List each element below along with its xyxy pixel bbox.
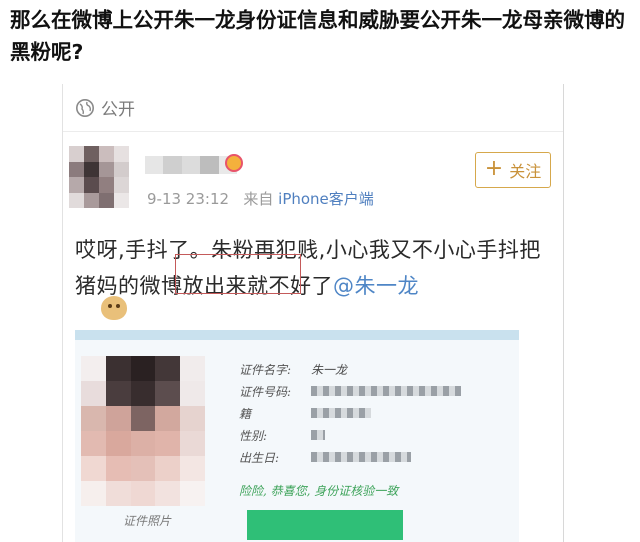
field-label: 出生日: <box>239 450 280 465</box>
visibility-label: 公开 <box>101 100 135 120</box>
field-value-redacted <box>311 452 411 462</box>
photo-caption: 证件照片 <box>123 514 172 528</box>
post-body: 哎呀,手抖了。朱粉再犯贱,小心我又不小心手抖把猪妈的微博放出来就不好了 <box>75 238 541 298</box>
id-field-origin: 籍 <box>239 402 461 424</box>
id-field-number: 证件号码: <box>239 380 461 402</box>
field-value-redacted <box>311 386 461 396</box>
post-meta: 9-13 23:12 来自 iPhone客户端 <box>147 188 374 209</box>
user-badge-icon <box>225 154 243 172</box>
field-label: 证件号码: <box>239 384 292 399</box>
username-redacted[interactable] <box>145 156 238 174</box>
follow-label: 关注 <box>509 162 542 181</box>
id-field-name: 证件名字: 朱一龙 <box>239 358 461 380</box>
field-label: 证件名字: <box>239 362 292 377</box>
plus-icon: + <box>484 156 504 181</box>
post-timestamp: 9-13 23:12 <box>147 190 230 208</box>
field-value-redacted <box>311 408 371 418</box>
headline: 那么在微博上公开朱一龙身份证信息和威胁要公开朱一龙母亲微博的黑粉呢? <box>10 8 625 64</box>
post-text: 哎呀,手抖了。朱粉再犯贱,小心我又不小心手抖把猪妈的微博放出来就不好了@朱一龙 <box>75 232 557 304</box>
field-value: 朱一龙 <box>311 362 348 377</box>
id-field-birth: 出生日: <box>239 446 461 468</box>
visibility-bar: 公开 <box>63 84 563 132</box>
verification-message: 险险, 恭喜您, 身份证核验一致 <box>239 484 399 498</box>
globe-icon <box>76 98 94 117</box>
doge-emoji-icon <box>101 296 127 320</box>
field-label: 性别: <box>239 428 268 443</box>
id-fields: 证件名字: 朱一龙 证件号码: 籍 性别: 出生日: <box>239 358 461 468</box>
id-verification-screenshot[interactable]: 证件照片 证件名字: 朱一龙 证件号码: 籍 性别: 出生日: 险险, 恭喜您,… <box>75 330 519 542</box>
post-source-client[interactable]: iPhone客户端 <box>278 190 374 208</box>
post-source-prefix: 来自 <box>243 190 274 208</box>
avatar[interactable] <box>69 146 129 208</box>
follow-button[interactable]: + 关注 <box>475 152 551 188</box>
mention-link[interactable]: @朱一龙 <box>333 274 419 298</box>
field-label: 籍 <box>239 406 252 421</box>
weibo-post-card: 公开 9-13 23:12 来自 iPhone客户端 + 关注 哎呀,手抖了。朱… <box>62 84 564 542</box>
verify-button[interactable] <box>247 510 403 540</box>
id-photo-redacted <box>81 356 205 506</box>
field-value-redacted <box>311 430 325 440</box>
highlight-box <box>175 254 301 294</box>
id-field-gender: 性别: <box>239 424 461 446</box>
